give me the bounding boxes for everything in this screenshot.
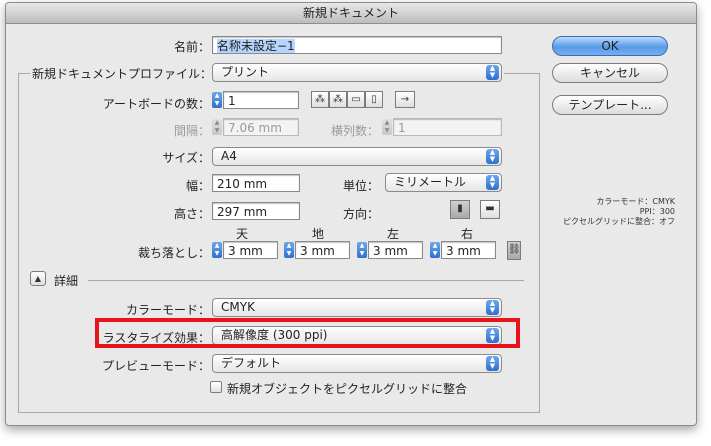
ok-button[interactable]: OK [552,36,668,56]
advanced-divider [88,280,524,281]
artboards-label: アートボードの数： [102,97,210,111]
summary-pixel-grid: ピクセルグリッドに整合：オフ [563,217,675,226]
bleed-left-label: 左 [387,227,400,241]
preview-mode-select[interactable]: デフォルト ▲ ▼ [212,354,502,373]
grid-by-column-icon[interactable]: ⁂ [329,91,347,108]
color-mode-select[interactable]: CMYK ▲ ▼ [212,298,502,317]
select-arrows-icon: ▲ ▼ [486,175,499,190]
bleed-label: 裁ち落とし： [137,246,210,260]
spacing-label: 間隔： [173,124,210,138]
height-label: 高さ： [173,207,210,221]
arrange-by-column-icon[interactable]: ▯ [365,91,383,108]
units-label: 単位： [342,179,379,193]
size-value: A4 [221,149,237,163]
name-label: 名前： [173,40,210,54]
width-input[interactable]: 210 mm [212,174,300,192]
bleed-top-label: 天 [236,227,249,241]
grid-by-row-icon[interactable]: ⁂ [311,91,329,108]
bleed-top-stepper[interactable]: ▲ ▼ [212,242,222,258]
columns-label: 横列数： [330,124,379,138]
select-arrows-icon: ▲ ▼ [486,65,499,80]
profile-line-left [18,73,30,74]
size-select[interactable]: A4 ▲ ▼ [212,147,502,166]
summary-info: カラーモード：CMYK PPI：300 ピクセルグリッドに整合：オフ [563,197,675,227]
select-arrows-icon: ▲ ▼ [486,356,499,371]
bleed-right-label: 右 [461,227,474,241]
pixel-grid-checkbox[interactable] [210,381,222,393]
bleed-bottom-input[interactable]: 3 mm [295,241,350,259]
pixel-grid-label: 新規オブジェクトをピクセルグリッドに整合 [227,382,468,396]
bleed-link-icon[interactable]: ⛓ [507,241,521,260]
select-arrows-icon: ▲ ▼ [486,300,499,315]
profile-border-right [539,73,540,413]
profile-border-left [18,73,19,413]
spacing-input[interactable]: 7.06 mm [223,118,299,136]
new-document-dialog: 新規ドキュメント 名前： 名称未設定−1 新規ドキュメントプロファイル： プリン… [5,2,697,426]
spacing-stepper[interactable]: ▲ ▼ [212,119,222,135]
bleed-bottom-stepper[interactable]: ▲ ▼ [284,242,294,258]
name-input[interactable]: 名称未設定−1 [212,36,502,54]
arrange-by-row-icon[interactable]: ▭ [347,91,365,108]
units-value: ミリメートル [394,175,467,189]
select-arrows-icon: ▲ ▼ [486,149,499,164]
preview-mode-label: プレビューモード： [101,359,210,373]
orientation-label: 方向： [342,207,379,221]
profile-line-right [504,73,540,74]
columns-stepper[interactable]: ▲ ▼ [382,119,392,135]
columns-input[interactable]: 1 [393,118,502,136]
height-input[interactable]: 297 mm [212,202,300,220]
bleed-left-input[interactable]: 3 mm [368,241,423,259]
bleed-right-stepper[interactable]: ▲ ▼ [430,242,440,258]
artboards-input[interactable]: 1 [223,91,299,109]
profile-border-bottom [18,412,540,413]
advanced-label: 詳細 [54,274,79,288]
advanced-toggle-icon[interactable]: ▲ [30,271,46,286]
summary-ppi: PPI：300 [639,207,675,216]
width-label: 幅： [185,179,210,193]
profile-label: 新規ドキュメントプロファイル： [32,67,213,81]
color-mode-value: CMYK [221,300,255,314]
preview-mode-value: デフォルト [221,356,282,370]
profile-value: プリント [221,65,270,79]
cancel-button[interactable]: キャンセル [552,63,668,83]
color-mode-label: カラーモード： [125,303,210,317]
units-select[interactable]: ミリメートル ▲ ▼ [385,173,502,192]
bleed-left-stepper[interactable]: ▲ ▼ [357,242,367,258]
dialog-title: 新規ドキュメント [6,3,696,24]
profile-select[interactable]: プリント ▲ ▼ [212,63,502,82]
bleed-right-input[interactable]: 3 mm [441,241,496,259]
bleed-bottom-label: 地 [312,227,325,241]
raster-effects-highlight [95,318,520,348]
bleed-top-input[interactable]: 3 mm [223,241,278,259]
artboards-stepper[interactable]: ▲ ▼ [212,92,222,108]
landscape-icon[interactable]: ▬ [480,200,500,219]
summary-color-mode: カラーモード：CMYK [596,197,675,206]
size-label: サイズ： [162,151,210,165]
templates-button[interactable]: テンプレート... [552,95,668,115]
portrait-icon[interactable]: ▮ [450,200,470,219]
right-to-left-icon[interactable]: → [395,91,415,108]
name-value: 名称未設定−1 [217,39,295,53]
